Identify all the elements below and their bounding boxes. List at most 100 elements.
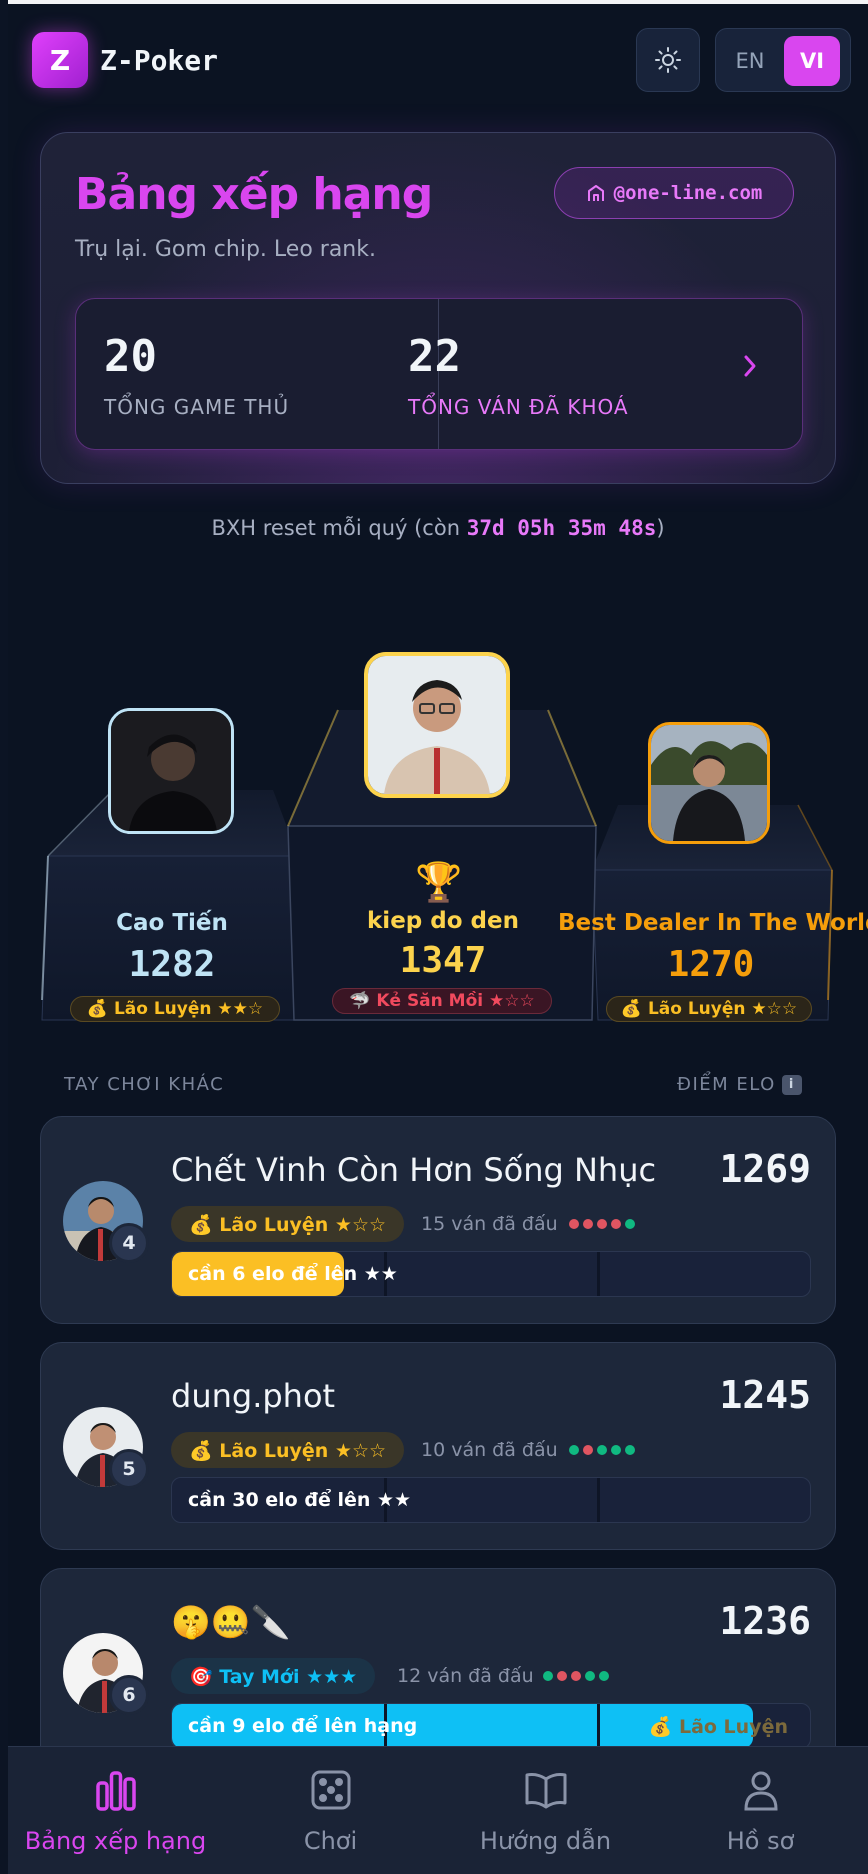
progress-bar: cần 6 elo để lên ★★ — [171, 1251, 811, 1297]
recent-form — [543, 1671, 609, 1681]
info-icon[interactable]: i — [781, 1074, 802, 1095]
nav-play[interactable]: Chơi — [223, 1747, 438, 1874]
podium-avatar-2[interactable] — [108, 708, 234, 834]
app-logo[interactable]: Z — [32, 32, 88, 88]
tier-badge: 🎯 Tay Mới ★★★ — [171, 1658, 376, 1694]
nav-guide[interactable]: Hướng dẫn — [438, 1747, 653, 1874]
nav-label-leaderboard: Bảng xếp hạng — [24, 1827, 207, 1855]
avatar-photo — [111, 711, 231, 831]
podium-score-3: 1270 — [667, 944, 755, 985]
tier-badge: 💰 Lão Luyện ★☆☆ — [171, 1432, 405, 1468]
avatar-photo — [651, 725, 767, 841]
player-name: dung.phot — [171, 1377, 336, 1415]
loss-dot — [583, 1445, 593, 1455]
loss-dot — [583, 1219, 593, 1229]
progress-tick — [597, 1252, 600, 1296]
podium-score-1: 1347 — [399, 940, 487, 981]
progress-bar: cần 9 elo để lên hạng 💰 Lão Luyện — [171, 1703, 811, 1749]
domain-badge[interactable]: @one-line.com — [554, 167, 794, 219]
podium-name-3: Best Dealer In The World — [558, 910, 868, 936]
elo-score: 1269 — [719, 1147, 811, 1191]
stats-panel: 20 TỔNG GAME THỦ 22 TỔNG VÁN ĐÃ KHOÁ — [75, 298, 803, 450]
reset-suffix: ) — [656, 516, 665, 540]
win-dot — [569, 1445, 579, 1455]
win-dot — [611, 1445, 621, 1455]
app-frame: Z Z-Poker EN VI Bảng xếp hạng Trụ lại. G… — [8, 0, 868, 1874]
games-played: 15 ván đã đấu — [421, 1213, 558, 1235]
language-switcher: EN VI — [715, 28, 851, 92]
rank-badge: 4 — [109, 1223, 149, 1263]
progress-bar: cần 30 elo để lên ★★ — [171, 1477, 811, 1523]
elo-score: 1245 — [719, 1373, 811, 1417]
app-title: Z-Poker — [100, 44, 219, 77]
sun-icon — [655, 47, 681, 73]
podium-name-2: Cao Tiến — [116, 910, 228, 936]
trophy-icon: 🏆 — [415, 860, 463, 904]
bar-chart-icon — [95, 1771, 136, 1811]
podium-avatar-3[interactable] — [648, 722, 770, 844]
lang-en-button[interactable]: EN — [730, 43, 770, 79]
podium-score-2: 1282 — [128, 944, 216, 985]
total-players-value: 20 — [104, 331, 157, 382]
games-played: 10 ván đã đấu — [421, 1439, 558, 1461]
lang-vi-button[interactable]: VI — [784, 36, 840, 86]
building-icon — [587, 185, 604, 201]
progress-tick — [597, 1704, 600, 1748]
progress-text: cần 30 elo để lên ★★ — [188, 1489, 412, 1511]
reset-prefix: BXH reset mỗi quý (còn — [211, 516, 467, 540]
leaderboard-hero-card: Bảng xếp hạng Trụ lại. Gom chip. Leo ran… — [40, 132, 836, 484]
win-dot — [625, 1219, 635, 1229]
leaderboard-row-5[interactable]: 5 dung.phot 1245 💰 Lão Luyện ★☆☆ 10 ván … — [40, 1342, 836, 1550]
player-name: 🤫🤐🔪 — [171, 1603, 291, 1641]
elo-heading-text: ĐIỂM ELO — [677, 1074, 776, 1095]
chevron-right-icon[interactable] — [740, 351, 760, 381]
avatar-photo — [368, 656, 506, 794]
top-header: Z Z-Poker EN VI — [8, 4, 868, 116]
elo-heading: ĐIỂM ELO i — [677, 1074, 802, 1095]
progress-text: cần 6 elo để lên ★★ — [188, 1263, 398, 1285]
nav-label-guide: Hướng dẫn — [479, 1827, 612, 1855]
tier-badge: 💰 Lão Luyện ★☆☆ — [171, 1206, 405, 1242]
win-dot — [599, 1671, 609, 1681]
theme-toggle-button[interactable] — [636, 28, 700, 92]
page-subtitle: Trụ lại. Gom chip. Leo rank. — [75, 237, 376, 262]
player-name: Chết Vinh Còn Hơn Sống Nhục — [171, 1151, 657, 1189]
nav-label-play: Chơi — [303, 1827, 358, 1855]
podium-tier-1: 🦈 Kẻ Săn Mồi ★☆☆ — [332, 988, 552, 1014]
loss-dot — [571, 1671, 581, 1681]
win-dot — [597, 1445, 607, 1455]
recent-form — [569, 1445, 635, 1455]
loss-dot — [569, 1219, 579, 1229]
rank-badge: 6 — [109, 1675, 149, 1715]
loss-dot — [611, 1219, 621, 1229]
season-reset-countdown: BXH reset mỗi quý (còn 37d 05h 35m 48s) — [8, 516, 868, 540]
podium-avatar-1[interactable] — [364, 652, 510, 798]
user-icon — [743, 1771, 778, 1811]
total-games-value: 22 — [408, 331, 461, 382]
rank-badge: 5 — [109, 1449, 149, 1489]
recent-form — [569, 1219, 635, 1229]
next-tier-label: 💰 Lão Luyện — [648, 1715, 788, 1738]
other-players-heading: TAY CHƠI KHÁC — [64, 1074, 225, 1095]
podium-tier-3: 💰 Lão Luyện ★☆☆ — [606, 996, 812, 1022]
nav-profile[interactable]: Hồ sơ — [653, 1747, 868, 1874]
book-icon — [525, 1773, 566, 1809]
bottom-navigation: Bảng xếp hạng Chơi Hướng dẫn Hồ sơ — [8, 1746, 868, 1874]
dice-icon — [311, 1770, 350, 1810]
loss-dot — [557, 1671, 567, 1681]
leaderboard-row-4[interactable]: 4 Chết Vinh Còn Hơn Sống Nhục 1269 💰 Lão… — [40, 1116, 836, 1324]
total-games-label[interactable]: TỔNG VÁN ĐÃ KHOÁ — [408, 395, 629, 419]
podium-tier-2: 💰 Lão Luyện ★★☆ — [70, 996, 280, 1022]
nav-leaderboard[interactable]: Bảng xếp hạng — [8, 1747, 223, 1874]
total-players-label: TỔNG GAME THỦ — [104, 395, 290, 419]
page-title: Bảng xếp hạng — [75, 169, 433, 220]
nav-label-profile: Hồ sơ — [726, 1827, 795, 1855]
leaderboard-row-6[interactable]: 6 🤫🤐🔪 1236 🎯 Tay Mới ★★★ 12 ván đã đấu c… — [40, 1568, 836, 1776]
win-dot — [543, 1671, 553, 1681]
win-dot — [585, 1671, 595, 1681]
domain-text: @one-line.com — [613, 182, 763, 204]
loss-dot — [597, 1219, 607, 1229]
win-dot — [625, 1445, 635, 1455]
progress-text: cần 9 elo để lên hạng — [188, 1715, 418, 1737]
games-played: 12 ván đã đấu — [397, 1665, 534, 1687]
